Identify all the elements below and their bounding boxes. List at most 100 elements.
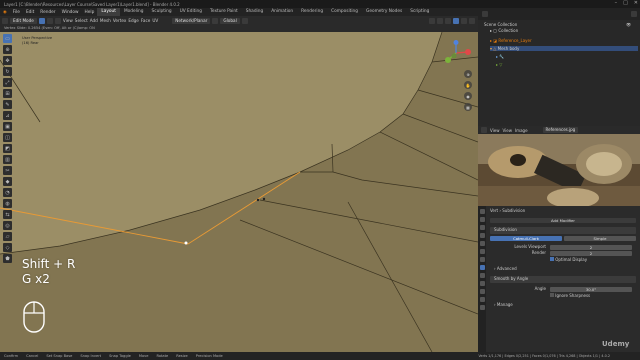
poly-build-tool-icon[interactable]: ◆ [3,177,12,186]
advanced-subpanel[interactable]: › Advanced [494,266,517,272]
overlay-icon[interactable] [437,17,443,24]
tool-tab-icon[interactable] [479,209,485,214]
outliner-row-modifier[interactable]: ▸ 🔧 [496,54,504,59]
visibility-eye-icon[interactable]: 👁 [626,22,631,27]
pan-hand-icon[interactable]: ✋ [464,81,472,89]
measure-tool-icon[interactable]: ⊿ [3,111,12,120]
menu-face[interactable]: Face [141,18,150,23]
menu-window[interactable]: Window [59,10,82,15]
data-tab-icon[interactable] [479,297,485,302]
perspective-toggle-icon[interactable]: ▦ [464,103,472,111]
minimize-icon[interactable]: – [615,0,618,6]
filter-icon[interactable] [631,11,637,17]
vertex-select-icon[interactable] [38,17,45,24]
shear-tool-icon[interactable]: ▱ [3,232,12,241]
edge-select-icon[interactable] [46,17,53,24]
camera-view-icon[interactable]: ◉ [464,92,472,100]
world-tab-icon[interactable] [479,249,485,254]
reference-image[interactable] [478,134,640,206]
render-levels-field[interactable]: 2 [550,250,632,256]
ignore-sharpness-checkbox[interactable]: Ignore Sharpness [550,293,590,299]
menu-edit[interactable]: Edit [23,10,37,15]
workspace-tab-texture-paint[interactable]: Texture Paint [206,8,242,16]
workspace-tab-modeling[interactable]: Modeling [120,8,148,16]
render-tab-icon[interactable] [479,217,485,222]
physics-tab-icon[interactable] [479,281,485,286]
xray-icon[interactable] [445,17,451,24]
workspace-tab-shading[interactable]: Shading [242,8,267,16]
menu-help[interactable]: Help [82,10,98,15]
modifier-subdivision-name[interactable]: Subdivision [494,227,517,233]
simple-button[interactable]: Simple [564,236,636,241]
checkbox-checked-icon[interactable] [550,257,554,261]
scale-tool-icon[interactable]: ⤢ [3,78,12,87]
outliner-row-mesh-body[interactable]: ▾ △ Mesh body [490,46,638,51]
3d-viewport[interactable]: ▭ ⊕ ✥ ↻ ⤢ ⊞ ✎ ⊿ ▣ ◫ ◩ ▥ ✂ ◆ ◔ ◍ ⇆ ◎ ▱ ◇ … [0,32,478,352]
image-menu-image[interactable]: Image [515,128,528,133]
workspace-tab-layout[interactable]: Layout [97,8,120,16]
knife-tool-icon[interactable]: ✂ [3,166,12,175]
menu-render[interactable]: Render [37,10,58,15]
constraints-tab-icon[interactable] [479,289,485,294]
shading-solid-icon[interactable] [453,17,459,24]
menu-file[interactable]: File [10,10,23,15]
scene-tab-icon[interactable] [479,241,485,246]
select-box-tool-icon[interactable]: ▭ [3,34,12,43]
smooth-tool-icon[interactable]: ◍ [3,199,12,208]
rotate-tool-icon[interactable]: ↻ [3,67,12,76]
mode-selector[interactable]: Edit Mode [10,17,37,24]
outliner-row-scene-collection[interactable]: Scene Collection [484,22,517,27]
add-modifier-button[interactable]: Add Modifier [490,218,636,223]
editor-type-icon[interactable] [2,17,8,24]
catmull-clark-button[interactable]: Catmull-Clark [490,236,562,241]
zoom-icon[interactable]: ⊕ [464,70,472,78]
menu-select[interactable]: Select [75,18,88,23]
output-tab-icon[interactable] [479,225,485,230]
menu-mesh[interactable]: Mesh [100,18,111,23]
rip-tool-icon[interactable]: ◇ [3,243,12,252]
outliner-row-collection[interactable]: ▸ ▢ Collection [490,28,518,33]
pivot-icon[interactable] [241,17,248,24]
menu-vertex[interactable]: Vertex [113,18,126,23]
image-editor-type-icon[interactable] [481,127,487,133]
image-selector[interactable]: References.jpg [542,127,579,133]
menu-uv[interactable]: UV [152,18,158,23]
maximize-icon[interactable]: □ [623,0,628,6]
snap-target-dropdown[interactable]: Network/Planar [172,17,211,24]
particles-tab-icon[interactable] [479,273,485,278]
transform-tool-icon[interactable]: ⊞ [3,89,12,98]
inset-tool-icon[interactable]: ◫ [3,133,12,142]
modifier-tab-icon[interactable] [479,265,485,270]
shrink-fatten-tool-icon[interactable]: ◎ [3,221,12,230]
menu-edge[interactable]: Edge [128,18,139,23]
face-select-icon[interactable] [54,17,61,24]
workspace-tab-scripting[interactable]: Scripting [406,8,433,16]
checkbox-unchecked-icon[interactable] [550,293,554,297]
workspace-tab-compositing[interactable]: Compositing [327,8,362,16]
image-menu-view[interactable]: View [490,128,500,133]
bevel-tool-icon[interactable]: ◩ [3,144,12,153]
view-layer-tab-icon[interactable] [479,233,485,238]
outliner-row-data[interactable]: ▸ ▽ [496,62,502,67]
orientation-dropdown[interactable]: Global [220,17,240,24]
close-icon[interactable]: ✕ [634,0,638,6]
cursor-tool-icon[interactable]: ⊕ [3,45,12,54]
move-tool-icon[interactable]: ✥ [3,56,12,65]
outliner-row-reference[interactable]: ▸ ◪ Reference_Layer [490,38,532,43]
manage-subpanel[interactable]: › Manage [494,302,513,308]
workspace-tab-rendering[interactable]: Rendering [297,8,327,16]
blender-logo-icon[interactable]: ◉ [0,10,10,15]
image-menu-view2[interactable]: View [503,128,513,133]
levels-viewport-field[interactable]: 2 [550,244,632,250]
outliner-editor-icon[interactable] [482,11,488,17]
workspace-tab-animation[interactable]: Animation [267,8,297,16]
edge-slide-tool-icon[interactable]: ⇆ [3,210,12,219]
spin-tool-icon[interactable]: ◔ [3,188,12,197]
workspace-tab-uv-editing[interactable]: UV Editing [176,8,206,16]
workspace-tab-geometry-nodes[interactable]: Geometry Nodes [362,8,406,16]
object-tab-icon[interactable] [479,257,485,262]
material-tab-icon[interactable] [479,305,485,310]
shading-render-icon[interactable] [469,17,475,24]
snap-icon[interactable] [429,17,435,24]
modifier-smooth-name[interactable]: Smooth by Angle [494,276,528,282]
